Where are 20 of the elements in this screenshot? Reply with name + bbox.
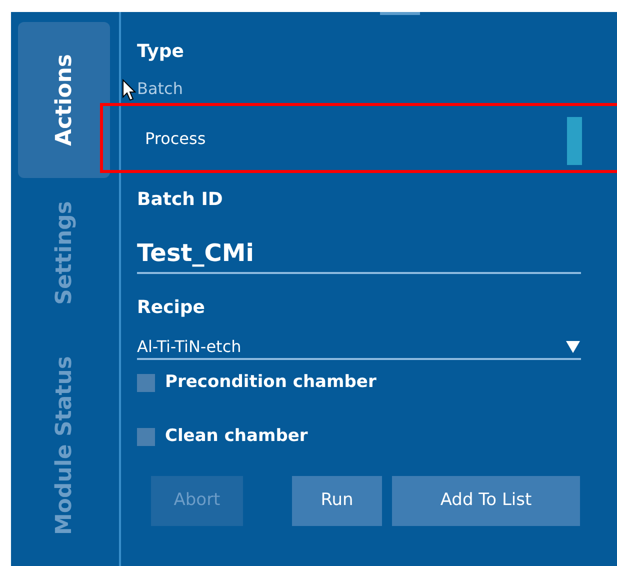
scroll-indicator [567, 117, 582, 165]
type-label: Type [137, 40, 184, 64]
recipe-dropdown[interactable]: Al-Ti-TiN-etch [137, 334, 581, 360]
dropdown-arrow-icon [565, 340, 581, 354]
side-tab[interactable]: Module Status [18, 328, 110, 564]
side-tab[interactable]: Actions [18, 22, 110, 178]
action-button[interactable]: Run [292, 476, 382, 526]
batch-id-label: Batch ID [137, 188, 223, 212]
checkbox-label: Clean chamber [165, 425, 308, 448]
checkbox[interactable] [137, 374, 155, 392]
cursor-icon [122, 79, 136, 101]
batch-id-field[interactable]: Test_CMi [137, 234, 581, 274]
scroll-thumb[interactable] [380, 12, 420, 15]
list-item[interactable]: Process [137, 114, 583, 164]
checkbox-label: Precondition chamber [165, 371, 376, 394]
list-item[interactable]: Batch [137, 64, 583, 114]
side-tab[interactable]: Settings [18, 178, 110, 328]
checkbox[interactable] [137, 428, 155, 446]
action-button[interactable]: Add To List [392, 476, 580, 526]
recipe-label: Recipe [137, 296, 206, 320]
